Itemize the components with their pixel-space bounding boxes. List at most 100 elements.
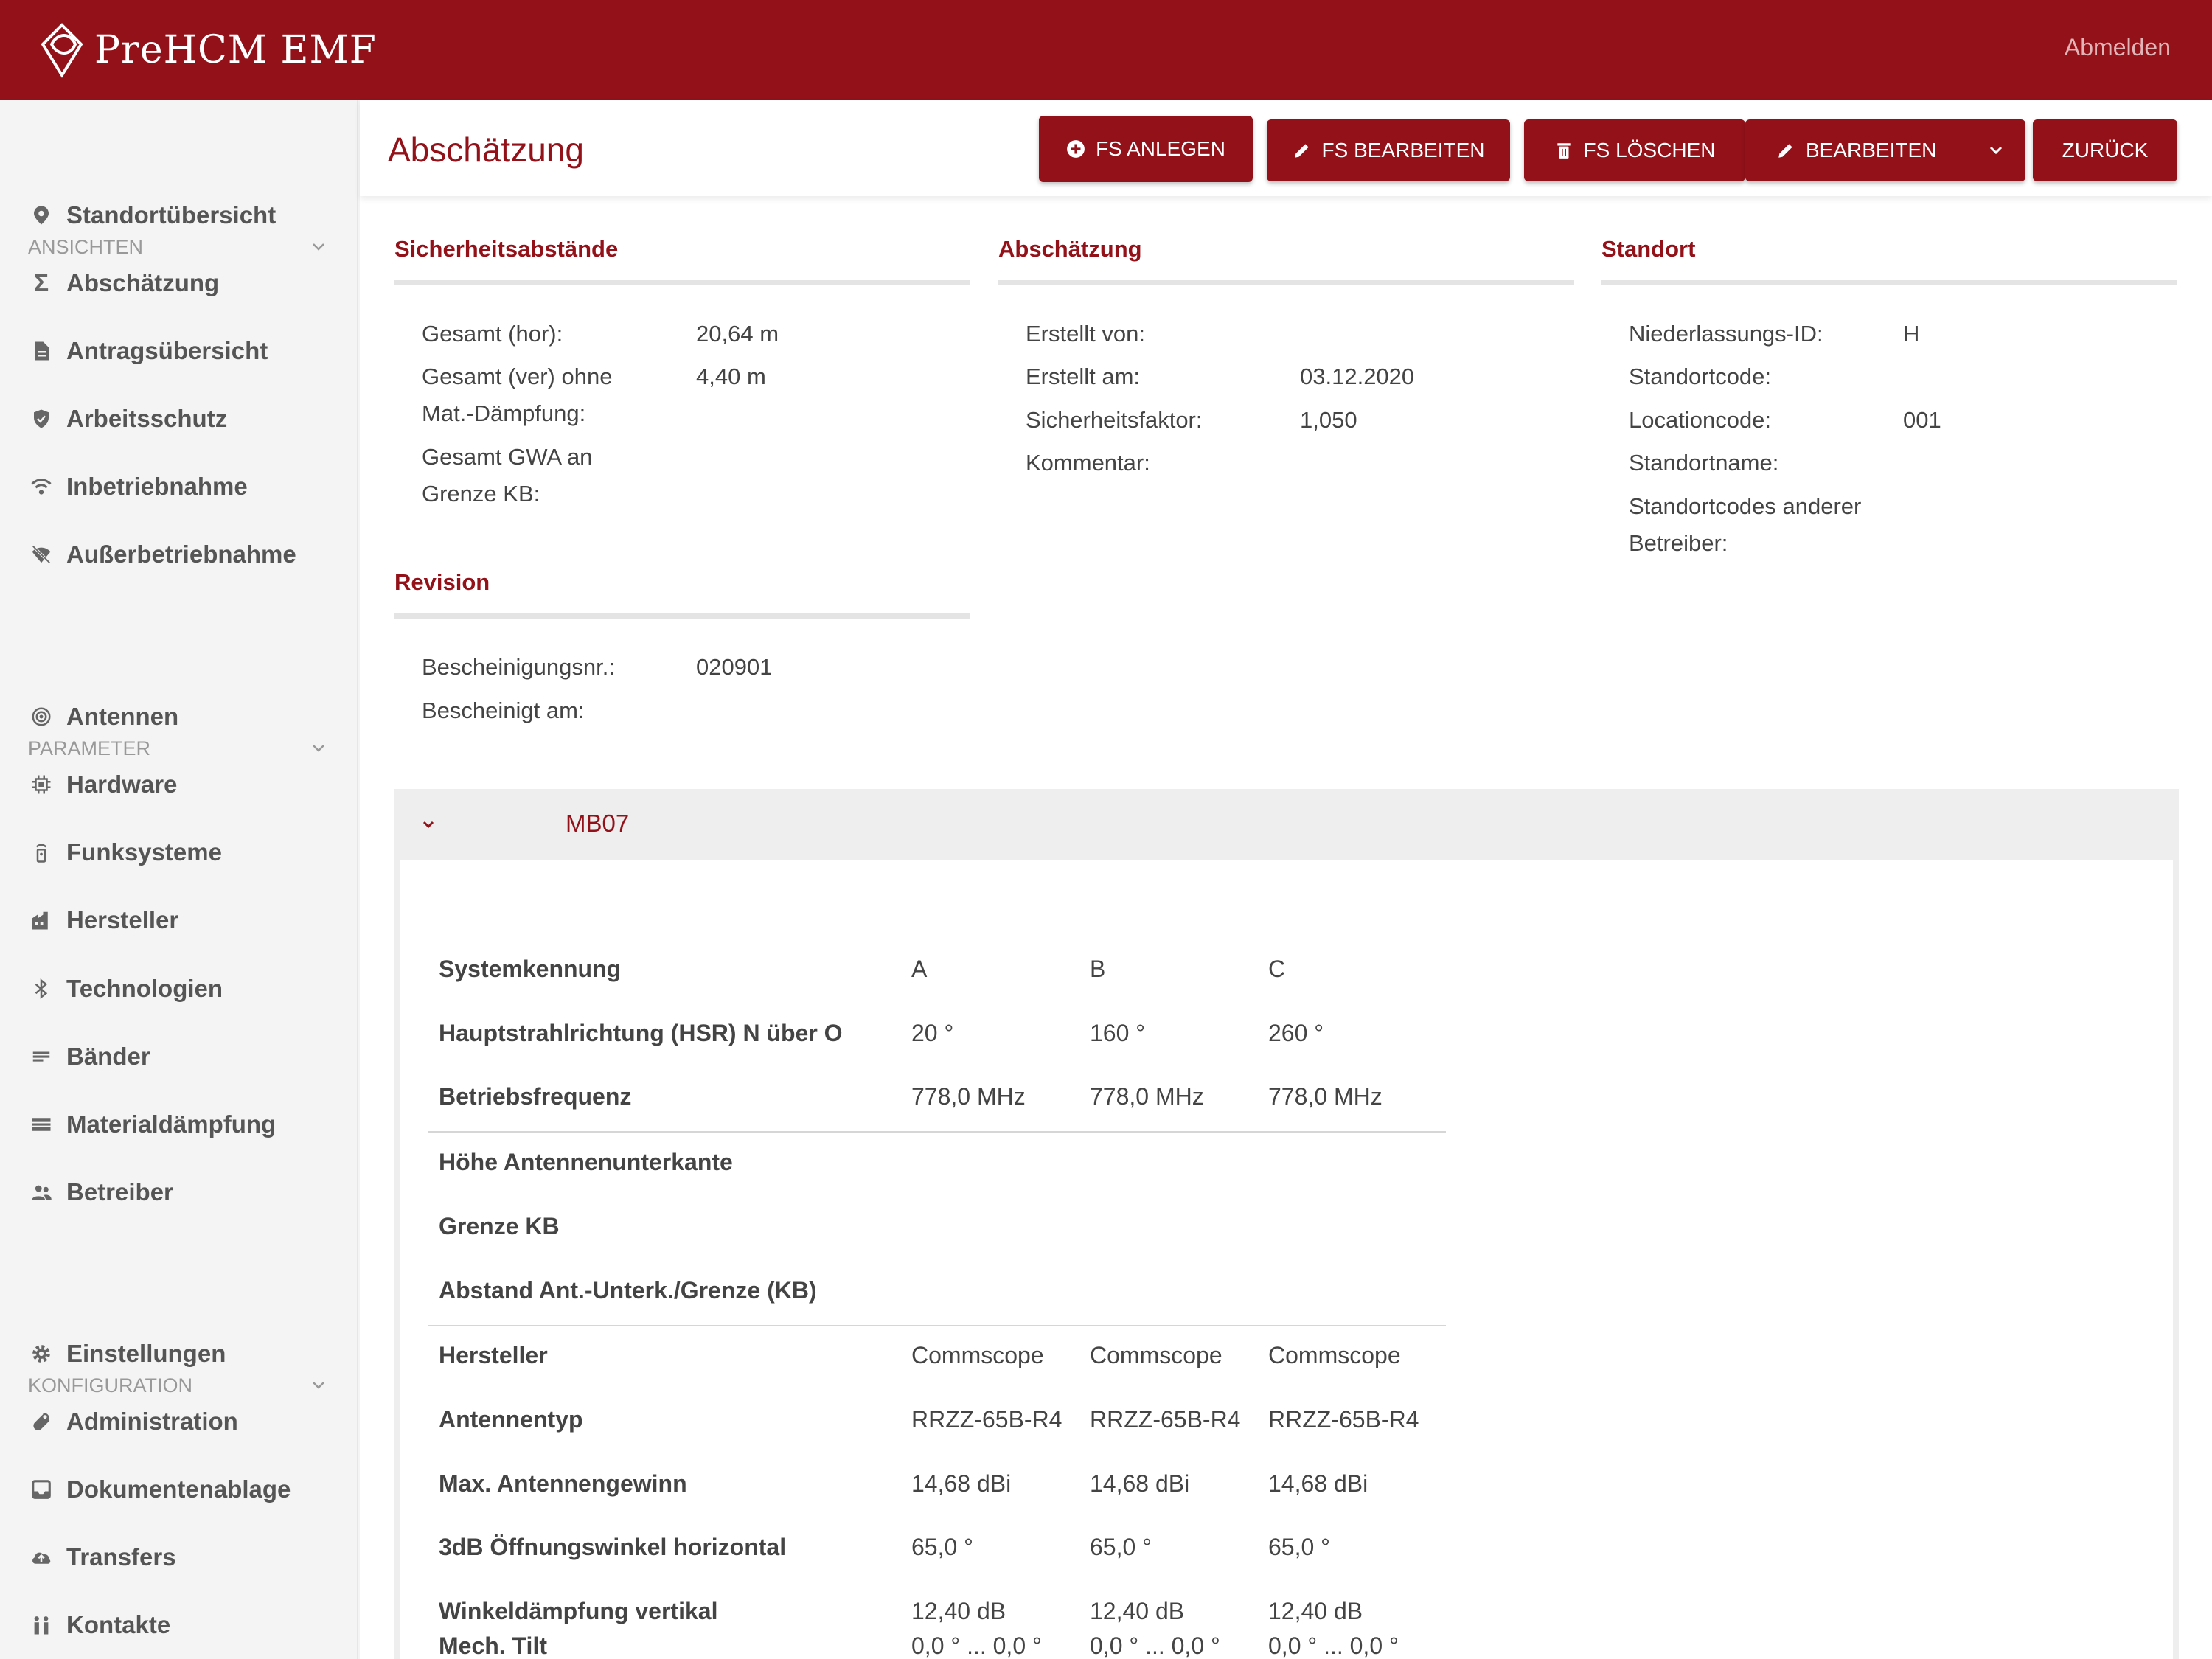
app-brand-name: PreHCM EMF <box>94 28 377 72</box>
pencil-icon <box>1778 144 1792 158</box>
bluetooth-icon <box>28 975 55 1002</box>
sidebar-item-antennen[interactable]: Antennen <box>28 695 342 739</box>
sidebar-section-label: KONFIGURATION <box>28 1374 193 1397</box>
chevron-down-icon <box>1989 146 2003 155</box>
row-label: Hauptstrahlrichtung (HSR) N über O <box>439 1020 843 1046</box>
sidebar-item-label: Antragsübersicht <box>66 337 268 364</box>
section-heading-sicherheitsabstaende: Sicherheitsabstände <box>394 236 619 262</box>
sidebar-item-label: Transfers <box>66 1543 176 1571</box>
row-label: Winkeldämpfung vertikal <box>439 1598 718 1624</box>
sidebar-item-label: Abschätzung <box>66 269 220 296</box>
field-label: Betreiber: <box>1629 530 1728 556</box>
cell-value: C <box>1268 956 1286 982</box>
panel-title: MB07 <box>566 810 630 837</box>
field-label: Gesamt (hor): <box>422 321 563 347</box>
shield-icon <box>28 406 55 432</box>
sidebar-item-label: Kontakte <box>66 1611 171 1638</box>
sidebar-item-einstellungen[interactable]: Einstellungen <box>28 1332 342 1376</box>
sidebar-item-label: Technologien <box>66 975 223 1002</box>
fs-bearbeiten-button[interactable]: FS BEARBEITEN <box>1267 119 1510 181</box>
app-logo[interactable]: PreHCM EMF <box>38 22 377 78</box>
cell-value: RRZZ-65B-R4 <box>911 1406 1062 1433</box>
field-label: Standortcode: <box>1629 364 1772 389</box>
cell-value: RRZZ-65B-R4 <box>1268 1406 1419 1433</box>
chevron-down-icon <box>313 745 324 752</box>
row-label: 3dB Öffnungswinkel horizontal <box>439 1534 787 1560</box>
sidebar-item-antragsuebersicht[interactable]: Antragsübersicht <box>28 329 342 373</box>
sidebar-item-label: Inbetriebnahme <box>66 473 248 500</box>
field-label: Bescheinigungsnr.: <box>422 654 615 680</box>
cell-value: 0,0 ° ... 0,0 ° <box>1090 1632 1220 1659</box>
wifi-off-icon <box>28 541 55 568</box>
field-label: Erstellt von: <box>1026 321 1145 347</box>
sidebar-item-materialdaempfung[interactable]: Materialdämpfung <box>28 1102 342 1147</box>
field-label: Standortname: <box>1629 450 1779 476</box>
sidebar-item-label: Einstellungen <box>66 1340 226 1367</box>
sidebar-item-technologien[interactable]: Technologien <box>28 967 342 1011</box>
row-label: Max. Antennengewinn <box>439 1470 687 1497</box>
radio-icon <box>28 839 55 866</box>
row-label: Mech. Tilt <box>439 1632 547 1659</box>
field-label: Gesamt (ver) ohne <box>422 364 613 389</box>
sidebar-item-funksysteme[interactable]: Funksysteme <box>28 830 342 874</box>
sidebar-item-inbetriebnahme[interactable]: Inbetriebnahme <box>28 465 342 509</box>
fs-anlegen-button[interactable]: FS ANLEGEN <box>1039 116 1253 182</box>
cell-value: 14,68 dBi <box>1090 1470 1190 1497</box>
sidebar-item-kontakte[interactable]: Kontakte <box>28 1603 342 1647</box>
top-app-bar: PreHCM EMF Abmelden <box>0 0 2212 100</box>
sidebar-section-label: ANSICHTEN <box>28 235 144 258</box>
sidebar-item-ausserbetriebnahme[interactable]: Außerbetriebnahme <box>28 532 342 577</box>
sidebar-item-administration[interactable]: Administration <box>28 1399 342 1444</box>
fs-loeschen-button[interactable]: FS LÖSCHEN <box>1524 119 1745 181</box>
page-toolbar: Abschätzung FS ANLEGEN FS BEARBEITEN FS … <box>360 100 2212 196</box>
field-label: Standortcodes anderer <box>1629 493 1862 519</box>
cell-value: 14,68 dBi <box>1268 1470 1368 1497</box>
panel-header[interactable]: MB07 <box>394 789 2179 860</box>
row-label: Systemkennung <box>439 956 622 982</box>
sidebar-item-standortuebersicht[interactable]: Standortübersicht <box>28 193 342 237</box>
document-icon <box>28 338 55 364</box>
logout-link[interactable]: Abmelden <box>2065 34 2171 61</box>
cell-value: Commscope <box>911 1342 1044 1368</box>
sidebar-item-hardware[interactable]: Hardware <box>28 762 342 807</box>
row-label: Antennentyp <box>439 1406 583 1433</box>
sidebar-item-hersteller[interactable]: Hersteller <box>28 898 342 942</box>
panel-body: Systemkennung A B C Hauptstrahlrichtung … <box>400 860 2173 1659</box>
trash-icon <box>1557 143 1571 159</box>
zurueck-button[interactable]: ZURÜCK <box>2033 119 2177 181</box>
table-divider <box>428 1131 1446 1133</box>
factory-icon <box>28 907 55 933</box>
field-label: Grenze KB: <box>422 481 540 507</box>
sidebar-item-label: Außerbetriebnahme <box>66 540 296 568</box>
sidebar-item-label: Dokumentenablage <box>66 1475 291 1503</box>
cell-value: 12,40 dB <box>1090 1598 1185 1624</box>
main-content: Abschätzung FS ANLEGEN FS BEARBEITEN FS … <box>360 100 2212 1659</box>
wrench-icon <box>28 1408 55 1435</box>
cell-value: 778,0 MHz <box>911 1083 1026 1110</box>
chevron-down-icon[interactable] <box>420 815 437 833</box>
sidebar-item-label: Bänder <box>66 1043 150 1070</box>
sidebar-item-transfers[interactable]: Transfers <box>28 1535 342 1579</box>
sidebar-item-dokumentenablage[interactable]: Dokumentenablage <box>28 1467 342 1512</box>
cell-value: Commscope <box>1090 1342 1222 1368</box>
cell-value: 0,0 ° ... 0,0 ° <box>1268 1632 1399 1659</box>
field-value: 001 <box>1903 407 1941 433</box>
field-value: 03.12.2020 <box>1300 364 1415 389</box>
row-label: Abstand Ant.-Unterk./Grenze (KB) <box>439 1277 817 1304</box>
sidebar-item-baender[interactable]: Bänder <box>28 1034 342 1079</box>
sidebar-item-abschaetzung[interactable]: Σ Abschätzung <box>28 261 342 305</box>
field-label: Bescheinigt am: <box>422 698 585 723</box>
cloud-upload-icon <box>28 1544 55 1571</box>
section-divider <box>998 280 1574 285</box>
sidebar-item-arbeitsschutz[interactable]: Arbeitsschutz <box>28 397 342 441</box>
bearbeiten-split-button[interactable]: BEARBEITEN <box>1745 119 2025 181</box>
pencil-icon <box>1294 144 1309 158</box>
row-label: Betriebsfrequenz <box>439 1083 632 1110</box>
cell-value: B <box>1090 956 1106 982</box>
cell-value: 778,0 MHz <box>1268 1083 1382 1110</box>
cell-value: A <box>911 956 928 982</box>
bearbeiten-dropdown-toggle[interactable] <box>1966 119 2025 181</box>
field-value: H <box>1903 321 1920 347</box>
cell-value: 160 ° <box>1090 1020 1146 1046</box>
sidebar-item-betreiber[interactable]: Betreiber <box>28 1170 342 1214</box>
